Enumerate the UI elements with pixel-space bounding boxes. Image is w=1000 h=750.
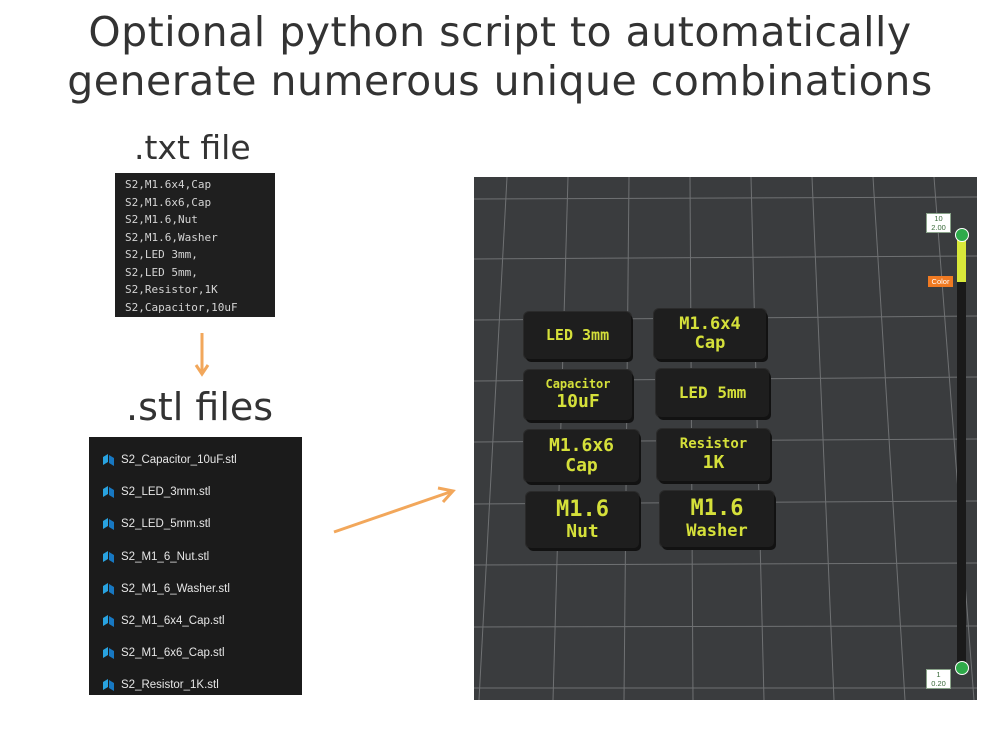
label-line-1: M1.6 (556, 496, 609, 522)
color-scheme-button[interactable]: Color (928, 276, 953, 287)
slicer-3d-preview[interactable]: LED 3mm M1.6x4 Cap Capacitor 10uF LED 5m… (474, 177, 977, 700)
file-name: S2_LED_3mm.stl (121, 486, 211, 499)
3d-model-file-icon (103, 679, 114, 692)
file-list-item[interactable]: S2_Capacitor_10uF.stl (89, 444, 302, 476)
txt-line: S2,LED 3mm, (125, 248, 198, 261)
txt-line: S2,M1.6x6,Cap (125, 195, 212, 209)
layer-slider-bottom-handle[interactable] (955, 661, 969, 675)
file-name: S2_M1_6x6_Cap.stl (121, 647, 225, 660)
txt-line: S2,M1.6,Washer (125, 230, 218, 244)
label-model[interactable]: M1.6x6 Cap (524, 430, 639, 482)
right-arrow-icon (333, 486, 456, 534)
txt-line: S2,Capacitor,10uF (125, 300, 238, 314)
label-model[interactable]: M1.6 Washer (660, 491, 774, 547)
label-line-1: M1.6 (690, 496, 744, 522)
label-model[interactable]: Resistor 1K (657, 429, 770, 481)
label-line-1: Capacitor (545, 377, 611, 392)
file-name: S2_Resistor_1K.stl (121, 679, 219, 692)
label-line-1: Resistor (679, 436, 748, 453)
label-line-2: 10uF (556, 390, 600, 412)
layer-slider-top-handle[interactable] (955, 228, 969, 242)
label-line-2: Cap (565, 455, 598, 476)
3d-model-file-icon (103, 518, 114, 531)
title-line-2: generate numerous unique combinations (67, 57, 933, 105)
label-line-1: LED 3mm (545, 326, 610, 345)
layer-slider-selected-range (957, 238, 966, 282)
txt-file-heading: .txt file (134, 128, 251, 167)
label-model[interactable]: M1.6 Nut (526, 492, 639, 548)
label-line-2: Nut (566, 521, 599, 543)
txt-line: S2,M1.6x4,Cap (125, 178, 212, 191)
3d-model-file-icon (103, 454, 114, 467)
label-model[interactable]: LED 5mm (656, 369, 769, 417)
label-line-2: Cap (694, 333, 726, 353)
txt-line: S2,M1.6,Nut (125, 213, 198, 226)
file-list-item[interactable]: S2_M1_6_Nut.stl (89, 541, 302, 573)
top-layer-indicator: 10 2.00 (926, 213, 951, 233)
layer-slider-track[interactable] (957, 234, 966, 668)
file-name: S2_LED_5mm.stl (121, 518, 211, 531)
3d-model-file-icon (103, 647, 114, 660)
file-list-item[interactable]: S2_LED_3mm.stl (89, 476, 302, 508)
label-line-1: LED 5mm (678, 383, 747, 403)
3d-model-file-icon (103, 550, 114, 563)
file-name: S2_M1_6_Nut.stl (121, 550, 210, 563)
down-arrow-icon (194, 333, 210, 377)
txt-line: S2,LED 5mm, (125, 265, 198, 279)
label-model[interactable]: LED 3mm (524, 312, 631, 359)
3d-model-file-icon (103, 486, 114, 499)
bottom-layer-number: 1 (936, 670, 941, 679)
file-list-item[interactable]: S2_M1_6x4_Cap.stl (89, 605, 302, 637)
label-line-1: M1.6x6 (548, 434, 615, 456)
title-line-1: Optional python script to automatically (88, 8, 912, 56)
label-model[interactable]: Capacitor 10uF (524, 370, 632, 420)
file-list-item[interactable]: S2_M1_6_Washer.stl (89, 573, 302, 605)
label-line-1: M1.6x4 (679, 313, 741, 334)
file-list-item[interactable]: S2_M1_6x6_Cap.stl (89, 637, 302, 669)
stl-files-heading: .stl files (126, 385, 274, 429)
bottom-layer-height: 0.20 (931, 679, 946, 688)
3d-model-file-icon (103, 582, 114, 595)
label-line-2: 1K (702, 451, 725, 473)
txt-file-content-panel: S2,M1.6x4,Cap S2,M1.6x6,Cap S2,M1.6,Nut … (115, 173, 275, 317)
top-layer-height: 2.00 (931, 223, 946, 232)
file-list-item[interactable]: S2_LED_5mm.stl (89, 508, 302, 540)
file-name: S2_M1_6x4_Cap.stl (121, 615, 225, 628)
file-name: S2_M1_6_Washer.stl (121, 582, 230, 595)
label-model[interactable]: M1.6x4 Cap (654, 309, 766, 359)
bottom-layer-indicator: 1 0.20 (926, 669, 951, 689)
file-name: S2_Capacitor_10uF.stl (121, 454, 237, 467)
txt-line: S2,Resistor,1K (125, 283, 218, 296)
stl-file-list: S2_Capacitor_10uF.stl S2_LED_3mm.stl S2_… (89, 437, 302, 695)
label-line-2: Washer (686, 520, 748, 541)
3d-model-file-icon (103, 615, 114, 628)
file-list-item[interactable]: S2_Resistor_1K.stl (89, 669, 302, 701)
top-layer-number: 10 (934, 214, 943, 223)
